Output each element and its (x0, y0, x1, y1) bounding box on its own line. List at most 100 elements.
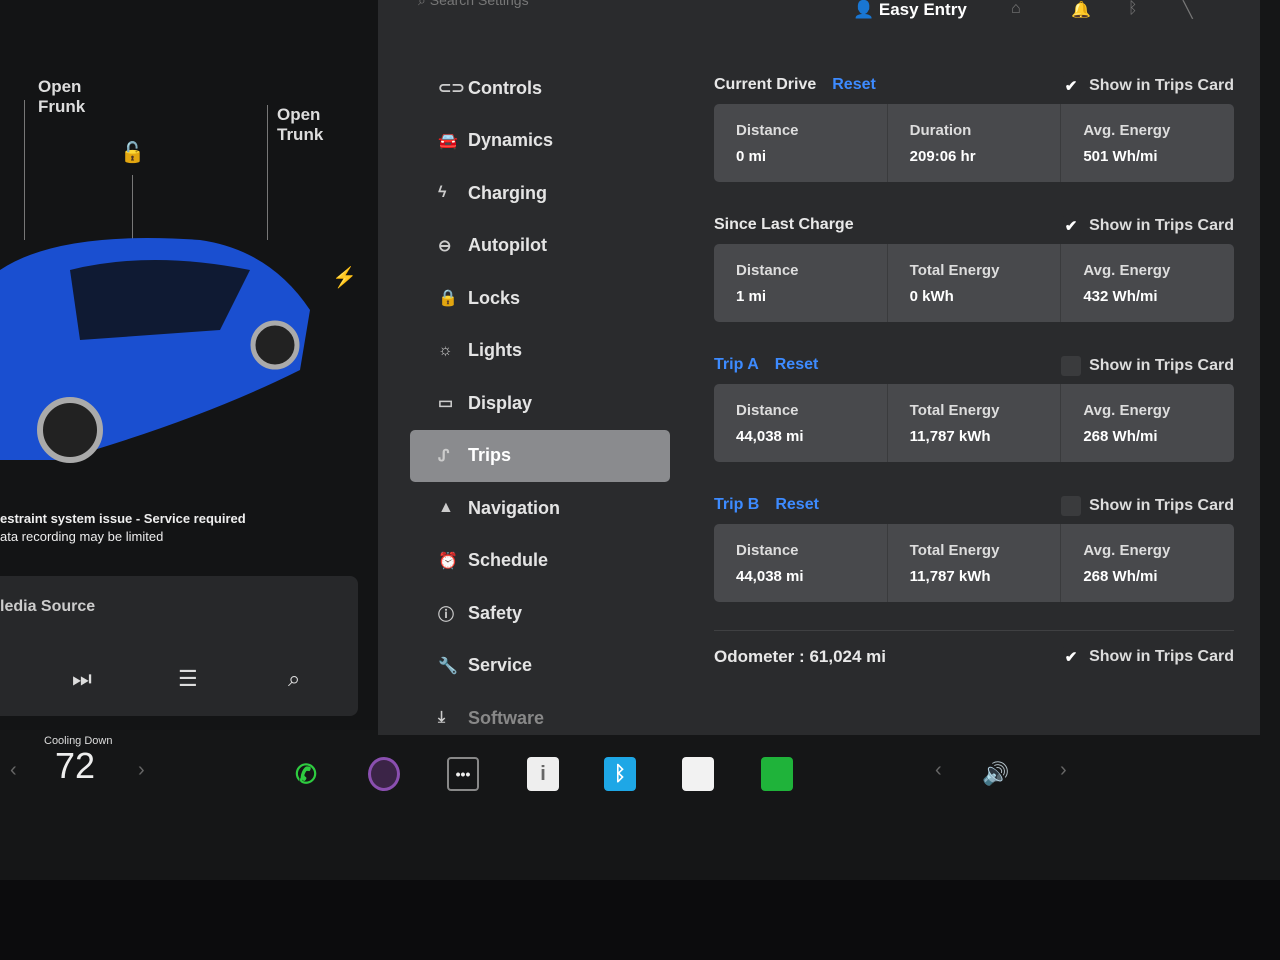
nav-autopilot[interactable]: ⊖ Autopilot (410, 220, 670, 273)
wrench-icon: 🔧 (438, 657, 458, 675)
car-icon: 🚘 (438, 132, 458, 150)
temp-down-arrow[interactable]: ‹ (10, 759, 17, 782)
navigation-icon: ▲ (438, 499, 454, 517)
trunk-line (267, 105, 268, 240)
frunk-line (24, 100, 25, 240)
section-title: Current Drive (714, 76, 817, 93)
nav-schedule[interactable]: ⏰ Schedule (410, 535, 670, 588)
show-in-trips-card-checkbox[interactable]: Show in Trips Card (1061, 356, 1234, 376)
section-title: Trip A (714, 356, 759, 373)
service-alert[interactable]: estraint system issue - Service required… (0, 510, 246, 546)
temp-up-arrow[interactable]: › (138, 759, 145, 782)
stat-label: Total Energy (909, 262, 1000, 279)
trips-icon: ᔑ (438, 447, 450, 465)
nav-dynamics[interactable]: 🚘 Dynamics (410, 115, 670, 168)
nav-label: Dynamics (468, 130, 554, 151)
more-apps-icon[interactable]: ••• (447, 757, 479, 791)
user-icon: 👤 (853, 0, 879, 19)
nav-locks[interactable]: 🔒 Locks (410, 272, 670, 325)
nav-label: Autopilot (468, 235, 547, 256)
equalizer-icon[interactable]: ☰ (178, 666, 198, 692)
stat-value: 0 mi (736, 148, 767, 165)
steering-wheel-icon: ⊖ (438, 237, 452, 255)
volume-down-arrow[interactable]: ‹ (935, 759, 942, 782)
section-title: Since Last Charge (714, 216, 854, 233)
checkmark-icon: ✔ (1061, 76, 1082, 96)
notes-icon[interactable] (682, 757, 714, 791)
show-in-trips-card-checkbox[interactable]: ✔ Show in Trips Card (1061, 216, 1234, 236)
trip-stats-card: Distance 44,038 mi Total Energy 11,787 kWh… (714, 384, 1234, 462)
clock-icon: ⏰ (438, 552, 458, 570)
show-in-trips-card-checkbox[interactable]: Show in Trips Card (1061, 496, 1234, 516)
bluetooth-app-icon[interactable]: ᛒ (604, 757, 636, 791)
nav-label: Safety (468, 602, 523, 623)
homelink-icon[interactable]: ⌂ (1011, 0, 1021, 18)
current-drive-section: Current Drive Reset ✔ Show in Trips Card D… (714, 70, 1234, 182)
odometer-row: Odometer : 61,024 mi ✔ Show in Trips Card (714, 630, 1234, 680)
checkbox-label: Show in Trips Card (1089, 77, 1234, 94)
stat-label: Avg. Energy (1083, 262, 1171, 279)
volume-icon[interactable]: 🔊 (980, 757, 1012, 791)
settings-nav: ⊂⊃ Controls 🚘 Dynamics ϟ Charging ⊖ Autopilo… (410, 62, 670, 745)
nav-trips[interactable]: ᔑ Trips (410, 429, 670, 482)
charge-port-icon[interactable]: ⚡ (332, 265, 357, 290)
stat-value: 0 kWh (909, 288, 954, 305)
nav-navigation[interactable]: ▲ Navigation (410, 482, 670, 535)
search-placeholder: Search Settings (429, 0, 529, 8)
nav-safety[interactable]: ⓘ Safety (410, 587, 670, 640)
bolt-icon: ϟ (438, 184, 447, 202)
stat-value: 268 Wh/mi (1083, 568, 1158, 585)
temperature[interactable]: 72 (55, 745, 95, 787)
car-image (0, 238, 310, 463)
vehicle-panel: Open Frunk Open Trunk 🔓 ⚡ estraint syste… (0, 0, 380, 730)
nav-charging[interactable]: ϟ Charging (410, 167, 670, 220)
search-icon[interactable]: ⌕ (288, 666, 300, 692)
nav-label: Trips (468, 445, 512, 466)
stat-label: Avg. Energy (1083, 402, 1171, 419)
media-source[interactable]: ledia Source (0, 598, 95, 616)
search-icon: ⌕ (418, 0, 430, 8)
open-frunk-button[interactable]: Open Frunk (38, 77, 85, 117)
alert-title: estraint system issue - Service required (0, 511, 246, 526)
nav-label: Schedule (468, 550, 549, 571)
since-last-charge-section: Since Last Charge ✔ Show in Trips Card Di… (714, 210, 1234, 322)
search-settings[interactable]: ⌕ Search Settings (418, 0, 529, 9)
alert-icon: ⓘ (438, 607, 455, 625)
notification-bell-icon[interactable]: 🔔 (1071, 0, 1091, 20)
checkbox-label: Show in Trips Card (1089, 217, 1234, 234)
reset-trip-a-button[interactable]: Reset (775, 356, 819, 374)
reset-trip-b-button[interactable]: Reset (775, 496, 819, 514)
driver-profile[interactable]: 👤 Easy Entry (853, 0, 967, 20)
unlock-icon[interactable]: 🔓 (120, 140, 145, 165)
bluetooth-icon[interactable]: ᛒ (1128, 0, 1138, 18)
show-in-trips-card-checkbox[interactable]: ✔ Show in Trips Card (1061, 76, 1234, 96)
nav-label: Controls (468, 77, 542, 98)
nav-lights[interactable]: ☼ Lights (410, 325, 670, 378)
nav-controls[interactable]: ⊂⊃ Controls (410, 62, 670, 115)
nav-service[interactable]: 🔧 Service (410, 640, 670, 693)
reset-current-button[interactable]: Reset (832, 76, 876, 94)
trip-stats-card: Distance 0 mi Duration 209:06 hr Avg. Ener… (714, 104, 1234, 182)
bottom-dock: ‹ Cooling Down 72 › ✆ ••• i ᛒ ‹ 🔊 › (0, 735, 1280, 875)
trip-a-section: Trip A Reset Show in Trips Card Distance 4… (714, 350, 1234, 462)
camera-icon[interactable] (368, 757, 400, 791)
stat-label: Total Energy (909, 402, 1000, 419)
stat-label: Avg. Energy (1083, 122, 1171, 139)
checkbox-label: Show in Trips Card (1089, 497, 1234, 514)
phone-icon[interactable]: ✆ (290, 757, 322, 791)
stat-value: 44,038 mi (736, 568, 804, 585)
nav-label: Lights (468, 340, 522, 361)
stat-value: 268 Wh/mi (1083, 428, 1158, 445)
stat-label: Distance (736, 402, 799, 419)
stat-label: Distance (736, 542, 799, 559)
stat-value: 11,787 kWh (909, 568, 991, 585)
stocks-icon[interactable] (761, 757, 793, 791)
profile-name: Easy Entry (878, 0, 967, 19)
open-trunk-button[interactable]: Open Trunk (277, 105, 323, 145)
play-next-icon[interactable]: ⏭ (72, 666, 92, 692)
show-in-trips-card-checkbox[interactable]: ✔ Show in Trips Card (1061, 647, 1234, 667)
nav-display[interactable]: ▭ Display (410, 377, 670, 430)
volume-up-arrow[interactable]: › (1060, 759, 1067, 782)
checkbox-label: Show in Trips Card (1089, 648, 1234, 665)
manual-icon[interactable]: i (527, 757, 559, 791)
